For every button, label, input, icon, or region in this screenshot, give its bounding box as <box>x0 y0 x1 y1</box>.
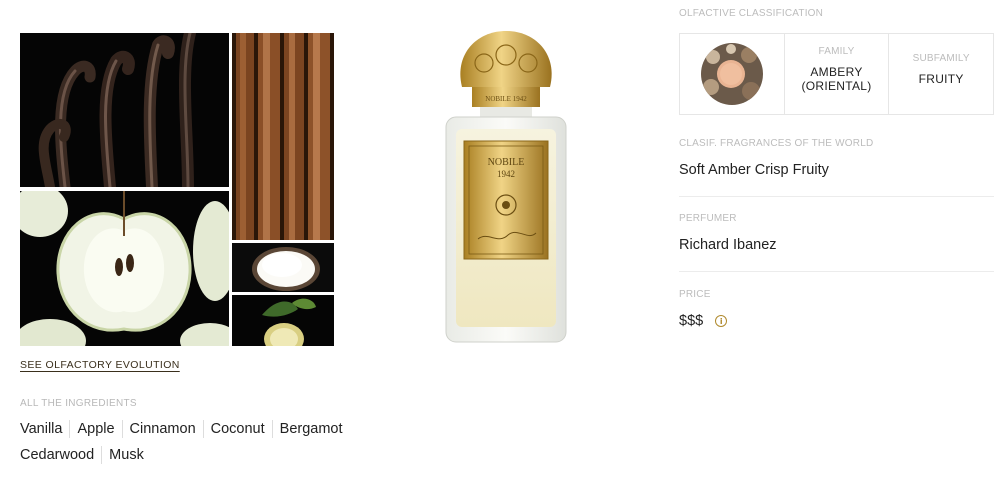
fragrances-of-world-field: CLASIF. FRAGRANCES OF THE WORLD Soft Amb… <box>679 138 994 178</box>
ingredient-apple: Apple <box>77 420 123 438</box>
subfamily-value: FRUITY <box>918 71 964 86</box>
fragrances-of-world-value: Soft Amber Crisp Fruity <box>679 162 829 178</box>
price-row: $$$ i <box>679 313 994 329</box>
price-value: $$$ <box>679 313 704 329</box>
divider <box>679 271 994 272</box>
cap-engraving: NOBILE 1942 <box>485 95 527 103</box>
ingredients-list: Vanilla Apple Cinnamon Coconut Bergamot … <box>20 420 360 464</box>
family-cell: FAMILY AMBERY (ORIENTAL) <box>785 34 890 114</box>
coconut-image <box>232 243 334 292</box>
ingredients-collage <box>20 33 334 346</box>
divider <box>679 196 994 197</box>
apple-image <box>20 191 229 346</box>
fragrances-of-world-label: CLASIF. FRAGRANCES OF THE WORLD <box>679 138 874 149</box>
amber-swatch-image <box>700 43 763 105</box>
ingredient-bergamot: Bergamot <box>279 421 343 437</box>
ingredient-vanilla: Vanilla <box>20 420 71 438</box>
vanilla-image <box>20 33 229 187</box>
cinnamon-image <box>232 33 334 240</box>
perfume-bottle-image: NOBILE 1942 NOBILE 1942 <box>440 25 572 345</box>
ingredient-cinnamon: Cinnamon <box>130 420 204 438</box>
price-label: PRICE <box>679 289 711 300</box>
classification-swatch-cell <box>680 34 785 114</box>
price-field: PRICE $$$ i <box>679 289 994 329</box>
olfactive-classification-title: OLFACTIVE CLASSIFICATION <box>679 8 824 19</box>
label-brand: NOBILE <box>488 157 525 168</box>
perfumer-label: PERFUMER <box>679 213 737 224</box>
perfumer-field: PERFUMER Richard Ibanez <box>679 213 994 253</box>
ingredients-title: ALL THE INGREDIENTS <box>20 398 137 409</box>
label-year: 1942 <box>497 169 515 179</box>
olfactive-classification-box: FAMILY AMBERY (ORIENTAL) SUBFAMILY FRUIT… <box>679 33 994 115</box>
ingredient-cedarwood: Cedarwood <box>20 446 103 464</box>
subfamily-label: SUBFAMILY <box>912 52 970 64</box>
family-label: FAMILY <box>818 45 855 57</box>
see-olfactory-evolution-link[interactable]: SEE OLFACTORY EVOLUTION <box>20 359 180 371</box>
family-value-line2: (ORIENTAL) <box>801 78 872 93</box>
ingredient-musk: Musk <box>109 447 144 463</box>
info-icon[interactable]: i <box>715 315 728 327</box>
perfumer-value: Richard Ibanez <box>679 237 777 253</box>
family-value-line1: AMBERY <box>810 64 863 79</box>
ingredient-coconut: Coconut <box>211 420 273 438</box>
subfamily-cell: SUBFAMILY FRUITY <box>889 34 993 114</box>
bergamot-image <box>232 295 334 346</box>
family-value: AMBERY (ORIENTAL) <box>801 65 871 93</box>
